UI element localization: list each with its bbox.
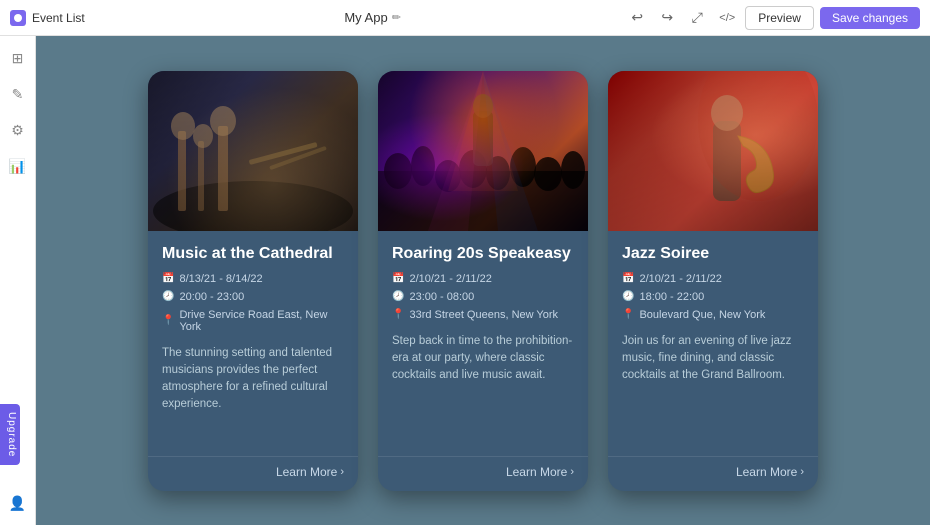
preview-button[interactable]: Preview (745, 6, 814, 30)
card-body-roaring: Roaring 20s Speakeasy 📅 2/10/21 - 2/11/2… (378, 231, 588, 450)
calendar-icon-2: 📅 (392, 273, 404, 284)
card-time-jazz: 🕗 18:00 - 22:00 (622, 291, 804, 303)
event-card-music-cathedral[interactable]: Music at the Cathedral 📅 8/13/21 - 8/14/… (148, 71, 358, 491)
code-button[interactable]: </> (715, 6, 739, 30)
card-date-jazz: 📅 2/10/21 - 2/11/22 (622, 273, 804, 285)
edit-title-icon[interactable]: ✏ (392, 11, 401, 24)
main-content: Music at the Cathedral 📅 8/13/21 - 8/14/… (36, 36, 930, 525)
learn-more-music[interactable]: Learn More › (276, 465, 344, 479)
card-time-music: 🕗 20:00 - 23:00 (162, 291, 344, 303)
card-footer-roaring: Learn More › (378, 456, 588, 491)
topbar-center: My App ✏ (120, 10, 625, 25)
card-image-orchestra (148, 71, 358, 231)
card-footer-music: Learn More › (148, 456, 358, 491)
clock-icon-2: 🕗 (392, 291, 404, 302)
upgrade-tab[interactable]: Upgrade (0, 404, 20, 465)
card-title-jazz: Jazz Soiree (622, 245, 804, 263)
card-description-roaring: Step back in time to the prohibition-era… (392, 333, 574, 440)
sidebar-item-grid[interactable]: ⊞ (4, 44, 32, 72)
topbar-right: ↩ ↪ ⤢ </> Preview Save changes (625, 6, 930, 30)
redo-button[interactable]: ↪ (655, 6, 679, 30)
cursor-button[interactable]: ⤢ (685, 6, 709, 30)
app-section-title: Event List (32, 11, 85, 25)
topbar: Event List My App ✏ ↩ ↪ ⤢ </> Preview Sa… (0, 0, 930, 36)
sidebar-item-edit[interactable]: ✎ (4, 80, 32, 108)
sidebar: ⊞ ✎ ⚙ 📊 Upgrade 👤 (0, 36, 36, 525)
card-date-music: 📅 8/13/21 - 8/14/22 (162, 273, 344, 285)
clock-icon: 🕗 (162, 291, 174, 302)
event-card-roaring-20s[interactable]: Roaring 20s Speakeasy 📅 2/10/21 - 2/11/2… (378, 71, 588, 491)
card-body-music: Music at the Cathedral 📅 8/13/21 - 8/14/… (148, 231, 358, 450)
chevron-right-icon-2: › (570, 466, 574, 478)
card-title-roaring: Roaring 20s Speakeasy (392, 245, 574, 263)
location-icon: 📍 (162, 315, 174, 326)
calendar-icon-3: 📅 (622, 273, 634, 284)
clock-icon-3: 🕗 (622, 291, 634, 302)
topbar-left: Event List (0, 10, 120, 26)
card-footer-jazz: Learn More › (608, 456, 818, 491)
sidebar-item-settings[interactable]: ⚙ (4, 116, 32, 144)
location-icon-2: 📍 (392, 309, 404, 320)
card-time-roaring: 🕗 23:00 - 08:00 (392, 291, 574, 303)
card-location-jazz: 📍 Boulevard Que, New York (622, 309, 804, 321)
center-app-title: My App (344, 10, 387, 25)
location-icon-3: 📍 (622, 309, 634, 320)
card-description-jazz: Join us for an evening of live jazz musi… (622, 333, 804, 440)
chevron-right-icon-3: › (800, 466, 804, 478)
card-location-roaring: 📍 33rd Street Queens, New York (392, 309, 574, 321)
chevron-right-icon: › (340, 466, 344, 478)
card-body-jazz: Jazz Soiree 📅 2/10/21 - 2/11/22 🕗 18:00 … (608, 231, 818, 450)
card-title-music: Music at the Cathedral (162, 245, 344, 263)
calendar-icon: 📅 (162, 273, 174, 284)
card-image-concert-inner (378, 71, 588, 231)
save-button[interactable]: Save changes (820, 7, 920, 29)
card-image-concert (378, 71, 588, 231)
card-image-music (148, 71, 358, 231)
card-date-roaring: 📅 2/10/21 - 2/11/22 (392, 273, 574, 285)
card-image-jazz-inner (608, 71, 818, 231)
undo-button[interactable]: ↩ (625, 6, 649, 30)
card-location-music: 📍 Drive Service Road East, New York (162, 309, 344, 333)
learn-more-jazz[interactable]: Learn More › (736, 465, 804, 479)
sidebar-item-user[interactable]: 👤 (4, 489, 32, 517)
event-card-jazz[interactable]: Jazz Soiree 📅 2/10/21 - 2/11/22 🕗 18:00 … (608, 71, 818, 491)
card-image-jazz (608, 71, 818, 231)
card-description-music: The stunning setting and talented musici… (162, 345, 344, 440)
learn-more-roaring[interactable]: Learn More › (506, 465, 574, 479)
sidebar-item-chart[interactable]: 📊 (4, 152, 32, 180)
app-logo-icon (10, 10, 26, 26)
